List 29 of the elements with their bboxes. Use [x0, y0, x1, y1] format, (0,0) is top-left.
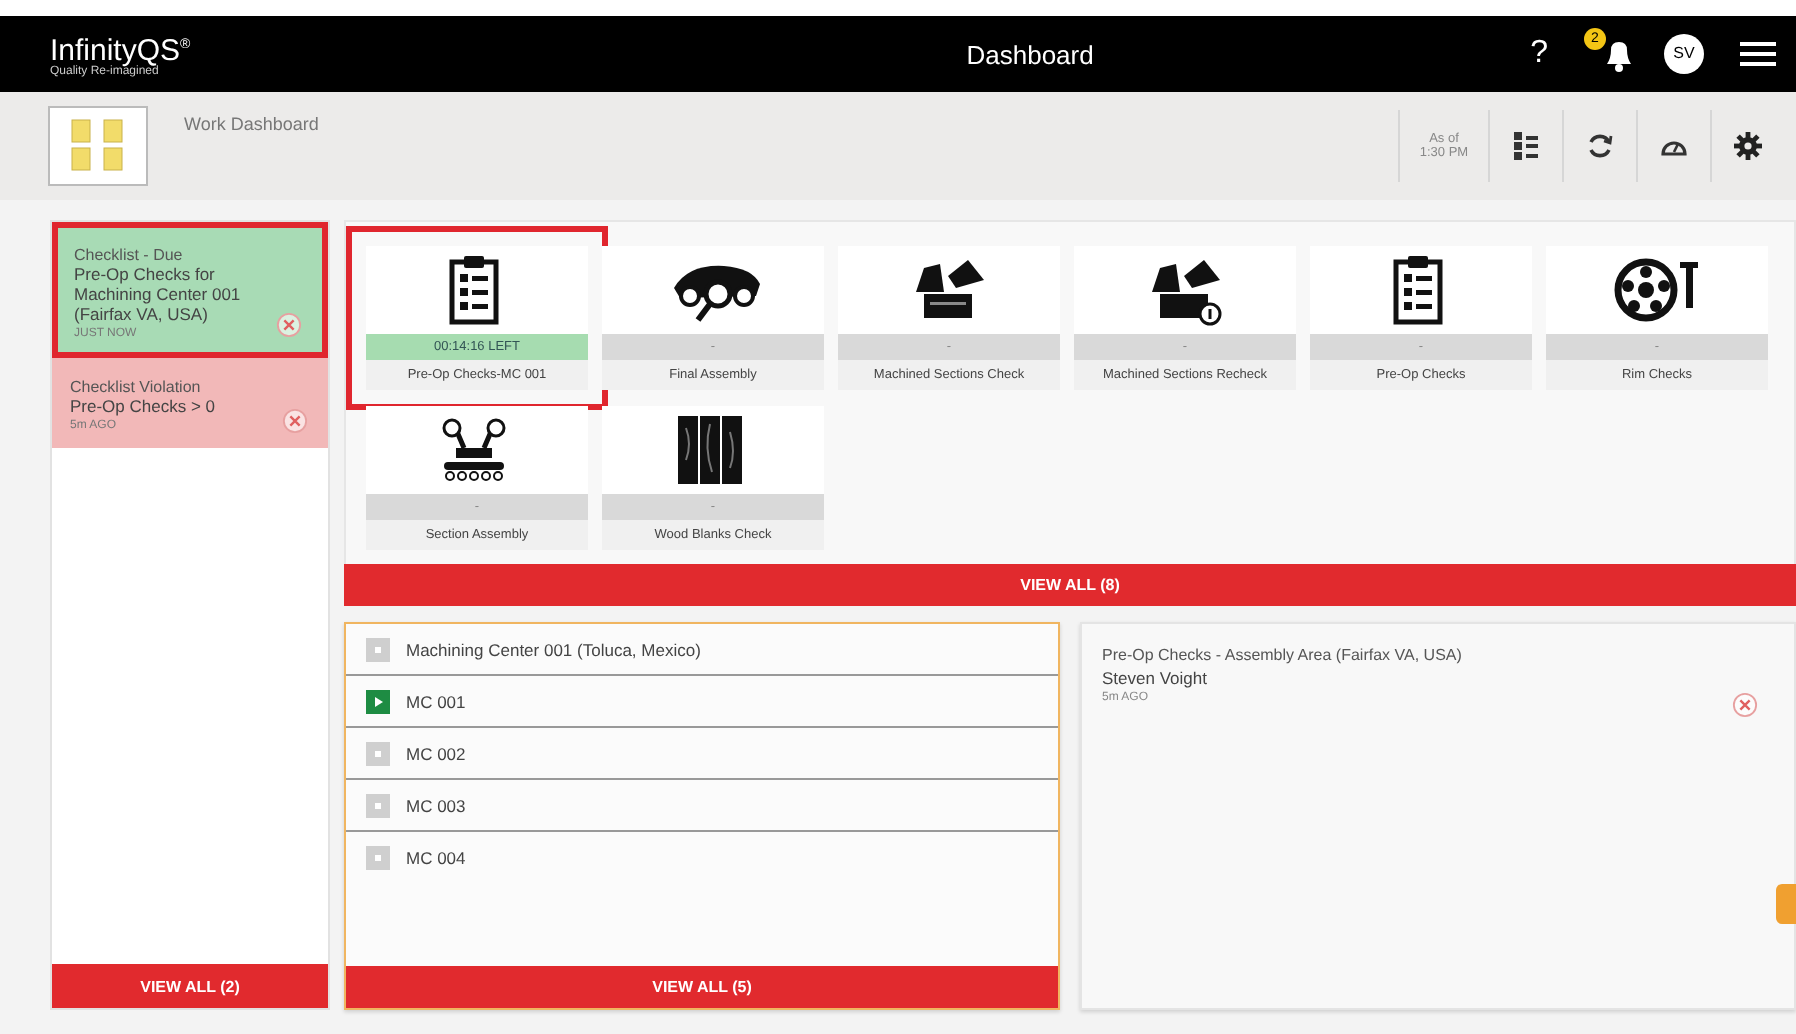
close-icon[interactable]: [276, 312, 302, 338]
logo-text: InfinityQS$^{®}$: [50, 32, 193, 66]
alert-person: Steven Voight: [1102, 668, 1209, 688]
settings-icon[interactable]: [1734, 132, 1762, 160]
machine-name[interactable]: MC 001: [406, 691, 466, 711]
notification-type: Checklist - Due: [74, 246, 185, 264]
gauge-icon[interactable]: [1660, 136, 1688, 156]
dashboard-name: Work Dashboard: [184, 114, 321, 134]
user-avatar[interactable]: SV: [1664, 34, 1704, 74]
notification-detail: Pre-Op Checks > 0: [70, 396, 218, 416]
close-icon[interactable]: [282, 408, 308, 434]
bell-icon[interactable]: [1606, 40, 1632, 72]
sticky-notes-thumbnail: [48, 106, 148, 186]
hierarchy-icon[interactable]: [1514, 132, 1538, 160]
alert-title: Pre-Op Checks - Assembly Area (Fairfax VA, USA): [1102, 646, 1464, 664]
machine-name[interactable]: MC 003: [406, 795, 466, 815]
notification-detail: Pre-Op Checks for Machining Center 001 (Fairfax VA, USA): [74, 264, 243, 324]
help-button[interactable]: ?: [1530, 36, 1548, 72]
notification-type: Checklist Violation: [70, 378, 203, 396]
machine-name[interactable]: Machining Center 001 (Toluca, Mexico): [406, 639, 701, 659]
refresh-icon[interactable]: [1586, 132, 1614, 160]
view-all-button[interactable]: VIEW ALL (8): [344, 564, 1796, 606]
machine-name[interactable]: MC 002: [406, 743, 466, 763]
page-title: Dashboard: [964, 39, 1096, 69]
menu-icon[interactable]: [1740, 40, 1776, 68]
view-all-button[interactable]: VIEW ALL (2): [52, 964, 328, 1008]
view-all-button[interactable]: VIEW ALL (5): [346, 966, 1058, 1008]
close-icon[interactable]: [1732, 692, 1758, 718]
machine-name[interactable]: MC 004: [406, 847, 466, 867]
